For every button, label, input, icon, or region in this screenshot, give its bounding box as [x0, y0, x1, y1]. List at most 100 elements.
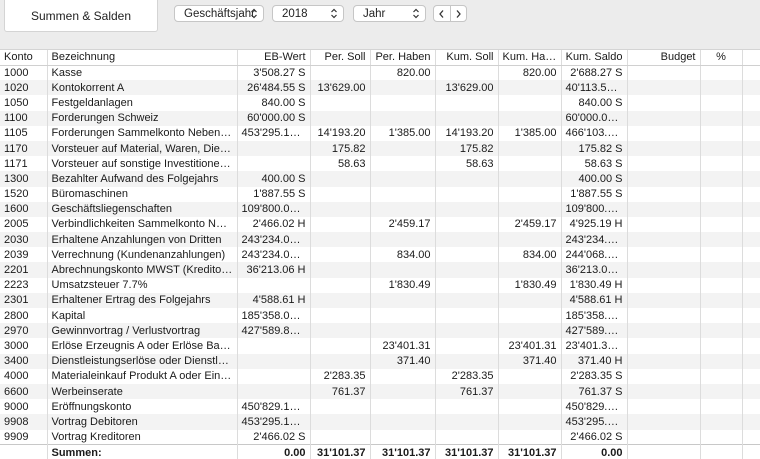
column-header-eb-wert[interactable]: EB-Wert — [237, 50, 311, 66]
cell-eb-wert — [237, 156, 311, 172]
table-row[interactable]: 1300 Bezahlter Aufwand des Folgejahrs 400.… — [0, 171, 760, 187]
table-row[interactable]: 1020 Kontokorrent A 26'484.55 S 13'629.00 13… — [0, 80, 760, 96]
table-row[interactable]: 1105 Forderungen Sammelkonto Nebenbücher 4… — [0, 125, 760, 141]
cell-bezeichnung: Vorsteuer auf Material, Waren, Dienstlei… — [47, 140, 238, 157]
column-header-kum-haben[interactable]: Kum. Haben — [498, 50, 562, 66]
table-row[interactable]: 1050 Festgeldanlagen 840.00 S 840.00 S — [0, 95, 760, 111]
cell-per-soll: 761.37 — [310, 383, 371, 400]
cell-kum-saldo: 23'401.31 H — [561, 338, 628, 354]
cell-kum-saldo: 466'103.35 S — [561, 125, 628, 141]
period-navigation — [433, 5, 467, 22]
year-type-select[interactable]: Geschäftsjahr — [174, 5, 264, 22]
table-row[interactable]: 1520 Büromaschinen 1'887.55 S 1'887.55 S — [0, 186, 760, 202]
cell-budget — [627, 110, 701, 126]
table-row[interactable]: 6600 Werbeinserate 761.37 761.37 761.37 S — [0, 383, 760, 400]
cell-konto: 9908 — [0, 414, 48, 430]
cell-kum-saldo: 2'466.02 S — [561, 429, 628, 445]
next-period-button[interactable] — [449, 6, 467, 21]
table-row[interactable]: 1171 Vorsteuer auf sonstige Investitionen… — [0, 156, 760, 172]
table-row[interactable]: 9908 Vortrag Debitoren 453'295.15 H 453'295… — [0, 414, 760, 430]
cell-per-haben — [370, 171, 436, 187]
cell-konto: 1050 — [0, 95, 48, 111]
cell-eb-wert: 2'466.02 H — [237, 216, 311, 233]
cell-percent — [700, 216, 743, 233]
table-row[interactable]: 1000 Kasse 3'508.27 S 820.00 820.00 2'688.27 … — [0, 65, 760, 81]
column-header-konto[interactable]: Konto — [0, 50, 48, 66]
table-row[interactable]: 1100 Forderungen Schweiz 60'000.00 S 60'000… — [0, 110, 760, 126]
table-row[interactable]: 2201Abrechnungskonto MWST (Kreditor ESTV… — [0, 262, 760, 278]
cell-filler — [742, 156, 760, 172]
cell-filler — [742, 216, 760, 233]
cell-filler — [742, 338, 760, 354]
cell-bezeichnung: Materialeinkauf Produkt A oder Einkauf v… — [47, 368, 238, 384]
column-header-per-soll[interactable]: Per. Soll — [310, 50, 371, 66]
period-select[interactable]: Jahr — [353, 5, 426, 22]
cell-eb-wert: 3'508.27 S — [237, 65, 311, 81]
cell-filler — [742, 292, 760, 308]
cell-kum-soll — [435, 292, 499, 308]
table-row[interactable]: 2223 Umsatzsteuer 7.7% 1'830.49 1'830.49 1'8… — [0, 277, 760, 293]
year-select[interactable]: 2018 — [272, 5, 344, 22]
cell-bezeichnung: Vortrag Debitoren — [47, 414, 238, 430]
cell-per-haben — [370, 323, 436, 339]
period-value: Jahr — [363, 7, 386, 20]
cell-percent — [700, 125, 743, 141]
column-header-per-haben[interactable]: Per. Haben — [370, 50, 436, 66]
cell-konto: 2039 — [0, 247, 48, 263]
table-row[interactable]: 2970 Gewinnvortrag / Verlustvortrag 427'58… — [0, 323, 760, 339]
column-header-kum-saldo[interactable]: Kum. Saldo — [561, 50, 628, 66]
totals-eb-wert: 0.00 — [237, 444, 311, 459]
table-row[interactable]: 9909 Vortrag Kreditoren 2'466.02 S 2'466.02… — [0, 429, 760, 445]
cell-kum-saldo: 243'234.00 S — [561, 232, 628, 248]
cell-kum-haben: 1'385.00 — [498, 125, 562, 141]
cell-per-soll — [310, 262, 371, 278]
cell-per-soll — [310, 353, 371, 369]
column-header-percent[interactable]: % — [700, 50, 743, 66]
cell-percent — [700, 80, 743, 96]
table-row[interactable]: 2301 Erhaltener Ertrag des Folgejahrs 4'58… — [0, 292, 760, 308]
cell-konto: 4000 — [0, 368, 48, 384]
cell-kum-saldo: 453'295.15 H — [561, 414, 628, 430]
column-header-budget[interactable]: Budget — [627, 50, 701, 66]
cell-kum-soll — [435, 216, 499, 233]
cell-kum-haben — [498, 110, 562, 126]
column-header-bezeichnung[interactable]: Bezeichnung — [47, 50, 238, 66]
cell-bezeichnung: Erlöse Erzeugnis A oder Erlöse Barverkäu… — [47, 338, 238, 354]
cell-bezeichnung: Kasse — [47, 65, 238, 81]
cell-budget — [627, 308, 701, 324]
cell-budget — [627, 383, 701, 400]
chevron-updown-icon — [331, 8, 337, 19]
cell-per-soll — [310, 338, 371, 354]
cell-percent — [700, 110, 743, 126]
cell-per-soll — [310, 414, 371, 430]
table-row[interactable]: 2005Verbindlichkeiten Sammelkonto Nebenb… — [0, 216, 760, 233]
cell-kum-saldo: 58.63 S — [561, 156, 628, 172]
table-row[interactable]: 3400 Dienstleistungserlöse oder Dienstlei… — [0, 353, 760, 369]
table-row[interactable]: 1170 Vorsteuer auf Material, Waren, Diens… — [0, 140, 760, 157]
totals-per-haben: 31'101.37 — [370, 444, 436, 459]
table-row[interactable]: 2800 Kapital 185'358.01 H 185'358.01 H — [0, 308, 760, 324]
cell-percent — [700, 247, 743, 263]
cell-konto: 3400 — [0, 353, 48, 369]
tab-summen-salden[interactable]: Summen & Salden — [4, 0, 158, 32]
cell-filler — [742, 429, 760, 445]
cell-budget — [627, 156, 701, 172]
cell-eb-wert: 243'234.00 S — [237, 232, 311, 248]
table-row[interactable]: 2039 Verrechnung (Kundenanzahlungen) 243'2… — [0, 247, 760, 263]
table-row[interactable]: 1600 Geschäftsliegenschaften 109'800.00 S1… — [0, 201, 760, 217]
cell-per-haben — [370, 80, 436, 96]
cell-percent — [700, 399, 743, 415]
cell-kum-soll — [435, 414, 499, 430]
table-row[interactable]: 3000 Erlöse Erzeugnis A oder Erlöse Barve… — [0, 338, 760, 354]
cell-kum-soll: 761.37 — [435, 383, 499, 400]
totals-kum-soll: 31'101.37 — [435, 444, 499, 459]
column-header-kum-soll[interactable]: Kum. Soll — [435, 50, 499, 66]
chevron-left-icon — [439, 9, 444, 18]
table-row[interactable]: 4000 Materialeinkauf Produkt A oder Einka… — [0, 368, 760, 384]
cell-eb-wert: 1'887.55 S — [237, 186, 311, 202]
table-row[interactable]: 9000 Eröffnungskonto 450'829.13 S 450'829.1… — [0, 399, 760, 415]
cell-bezeichnung: Festgeldanlagen — [47, 95, 238, 111]
previous-period-button[interactable] — [434, 6, 450, 21]
cell-per-soll — [310, 247, 371, 263]
table-row[interactable]: 2030 Erhaltene Anzahlungen von Dritten 243… — [0, 232, 760, 248]
